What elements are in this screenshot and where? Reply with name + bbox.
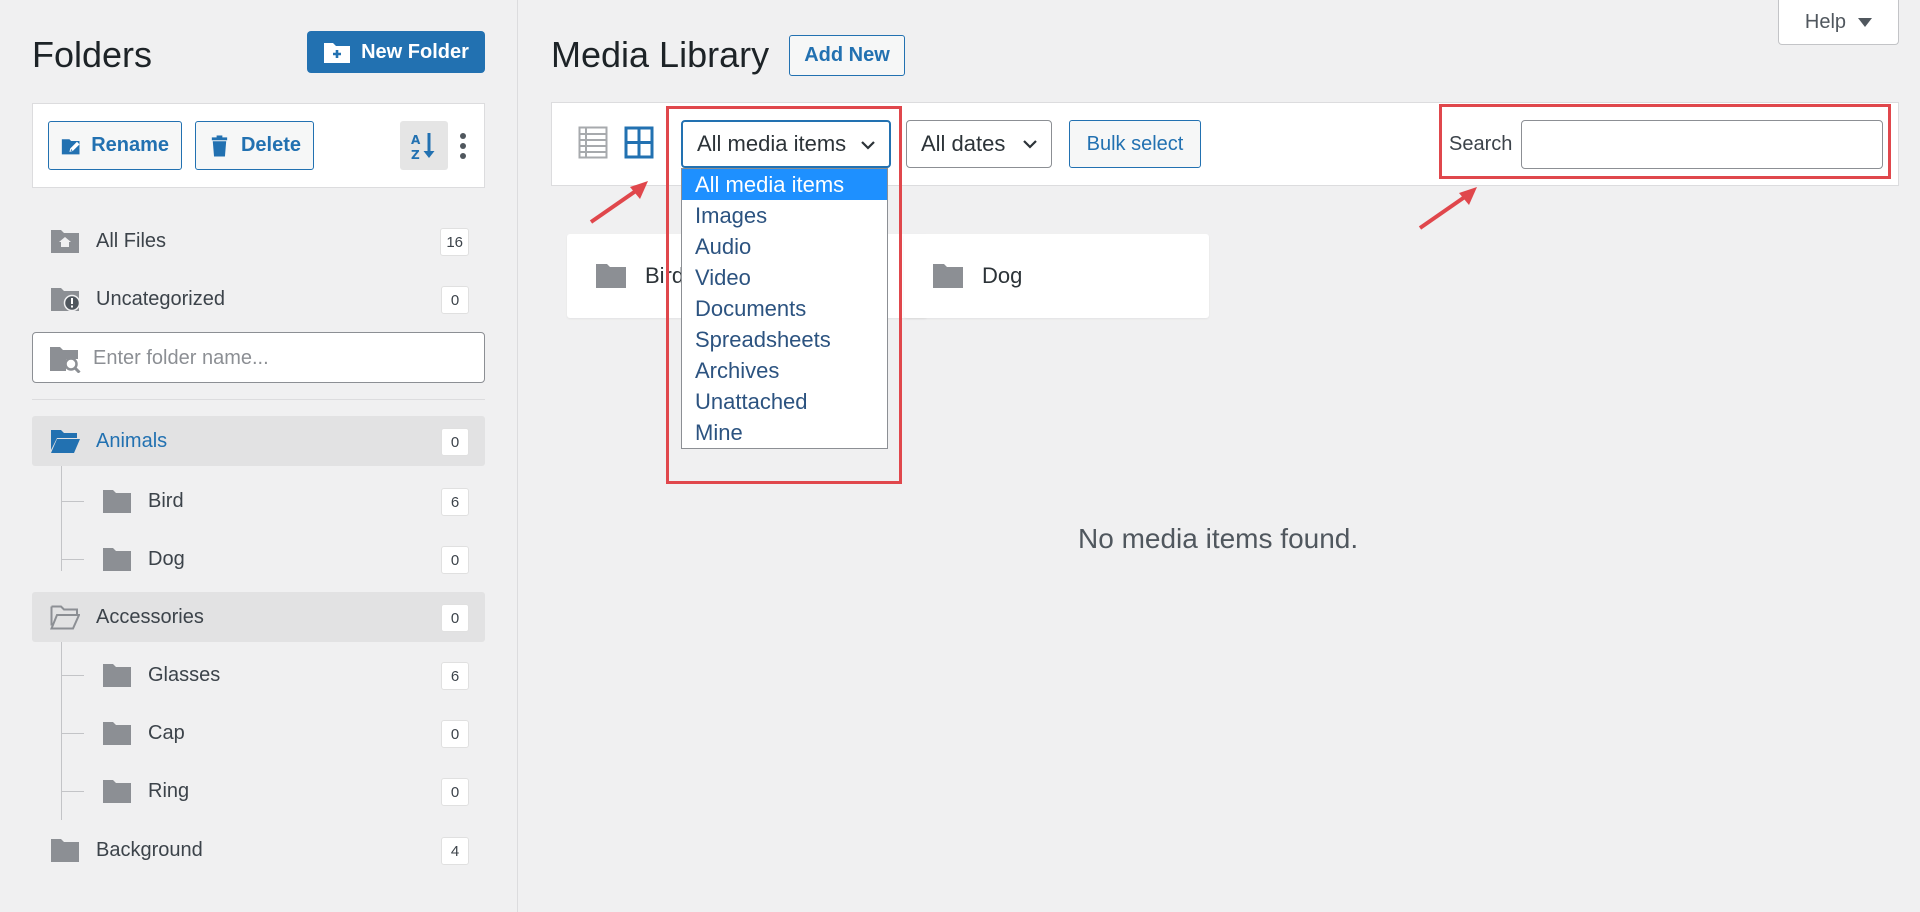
folder-ring[interactable]: Ring 0 (32, 766, 485, 816)
bulk-select-button[interactable]: Bulk select (1069, 120, 1201, 168)
new-folder-button[interactable]: New Folder (307, 31, 485, 73)
folder-uncategorized[interactable]: Uncategorized 0 (32, 274, 485, 324)
chevron-down-icon (1021, 135, 1039, 153)
media-search-input[interactable] (1521, 120, 1883, 169)
dropdown-option[interactable]: Images (682, 200, 887, 231)
folder-label: Cap (148, 722, 185, 745)
chevron-down-icon (859, 136, 877, 154)
folders-sidebar: Folders New Folder Rename Delete A Z All… (0, 0, 518, 912)
media-type-value: All media items (697, 131, 846, 157)
folder-label: Dog (148, 548, 185, 571)
folder-count: 6 (441, 488, 469, 516)
help-button[interactable]: Help (1778, 0, 1899, 45)
dropdown-option[interactable]: Unattached (682, 386, 887, 417)
folder-label: Bird (148, 490, 184, 513)
rename-button[interactable]: Rename (48, 121, 182, 170)
folder-icon (595, 262, 627, 289)
folder-search-icon (49, 345, 81, 373)
folder-count: 0 (441, 720, 469, 748)
dropdown-option[interactable]: Audio (682, 231, 887, 262)
help-label: Help (1805, 11, 1846, 34)
folder-count: 6 (441, 662, 469, 690)
folder-accessories[interactable]: Accessories 0 (32, 592, 485, 642)
folder-bird[interactable]: Bird 6 (32, 476, 485, 526)
alert-folder-icon (50, 286, 80, 312)
dropdown-option[interactable]: Mine (682, 417, 887, 448)
folder-cap[interactable]: Cap 0 (32, 708, 485, 758)
folder-label: Uncategorized (96, 288, 225, 311)
folder-background[interactable]: Background 4 (32, 825, 485, 875)
empty-message: No media items found. (1078, 523, 1358, 555)
folder-open-icon (50, 604, 80, 630)
folder-dog[interactable]: Dog 0 (32, 534, 485, 584)
svg-text:Z: Z (411, 148, 420, 162)
grid-view-icon[interactable] (624, 126, 654, 159)
folder-label: All Files (96, 230, 166, 253)
folder-icon (932, 262, 964, 289)
dropdown-option[interactable]: Documents (682, 293, 887, 324)
svg-text:A: A (411, 133, 421, 147)
sort-az-icon: A Z (409, 130, 439, 162)
media-type-dropdown: All media items Images Audio Video Docum… (681, 168, 888, 449)
folder-label: Background (96, 839, 203, 862)
dates-select[interactable]: All dates (906, 120, 1052, 168)
dates-value: All dates (921, 131, 1005, 157)
list-view-icon[interactable] (578, 126, 608, 159)
page-title: Media Library (551, 34, 769, 76)
folder-count: 16 (440, 228, 469, 256)
folder-icon (50, 837, 80, 863)
folder-label: Animals (96, 430, 167, 453)
dropdown-option[interactable]: All media items (682, 169, 887, 200)
divider (32, 399, 485, 400)
media-type-select[interactable]: All media items (681, 120, 891, 168)
folder-animals[interactable]: Animals 0 (32, 416, 485, 466)
folder-label: Glasses (148, 664, 220, 687)
folder-count: 0 (441, 604, 469, 632)
folder-count: 0 (441, 778, 469, 806)
folder-search-field[interactable] (32, 332, 485, 383)
folder-count: 0 (441, 428, 469, 456)
delete-icon (208, 134, 231, 158)
search-label: Search (1449, 133, 1512, 156)
home-folder-icon (50, 228, 80, 254)
folder-card-dog[interactable]: Dog (904, 234, 1209, 318)
rename-icon (61, 134, 81, 158)
folder-label: Ring (148, 780, 189, 803)
folder-toolbar: Rename Delete A Z (32, 103, 485, 188)
folder-icon (102, 546, 132, 572)
sidebar-title: Folders (32, 34, 152, 76)
folder-count: 0 (441, 286, 469, 314)
folder-open-icon (50, 428, 80, 454)
folder-all-files[interactable]: All Files 16 (32, 216, 485, 266)
folder-count: 0 (441, 546, 469, 574)
folder-search-input[interactable] (93, 343, 463, 373)
kebab-icon[interactable] (457, 130, 469, 162)
caret-down-icon (1858, 18, 1872, 27)
dropdown-option[interactable]: Spreadsheets (682, 324, 887, 355)
folder-icon (102, 662, 132, 688)
folder-card-label: Dog (982, 263, 1022, 289)
sort-button[interactable]: A Z (400, 121, 448, 170)
folder-icon (102, 488, 132, 514)
add-new-button[interactable]: Add New (789, 35, 905, 76)
new-folder-label: New Folder (361, 41, 469, 64)
delete-button[interactable]: Delete (195, 121, 314, 170)
new-folder-icon (323, 40, 351, 64)
folder-icon (102, 778, 132, 804)
delete-label: Delete (241, 134, 301, 157)
folder-glasses[interactable]: Glasses 6 (32, 650, 485, 700)
rename-label: Rename (91, 134, 169, 157)
folder-label: Accessories (96, 606, 204, 629)
arrow-annotation (1415, 180, 1495, 236)
folder-icon (102, 720, 132, 746)
dropdown-option[interactable]: Archives (682, 355, 887, 386)
dropdown-option[interactable]: Video (682, 262, 887, 293)
folder-count: 4 (441, 837, 469, 865)
folder-card-label: Bird (645, 263, 684, 289)
